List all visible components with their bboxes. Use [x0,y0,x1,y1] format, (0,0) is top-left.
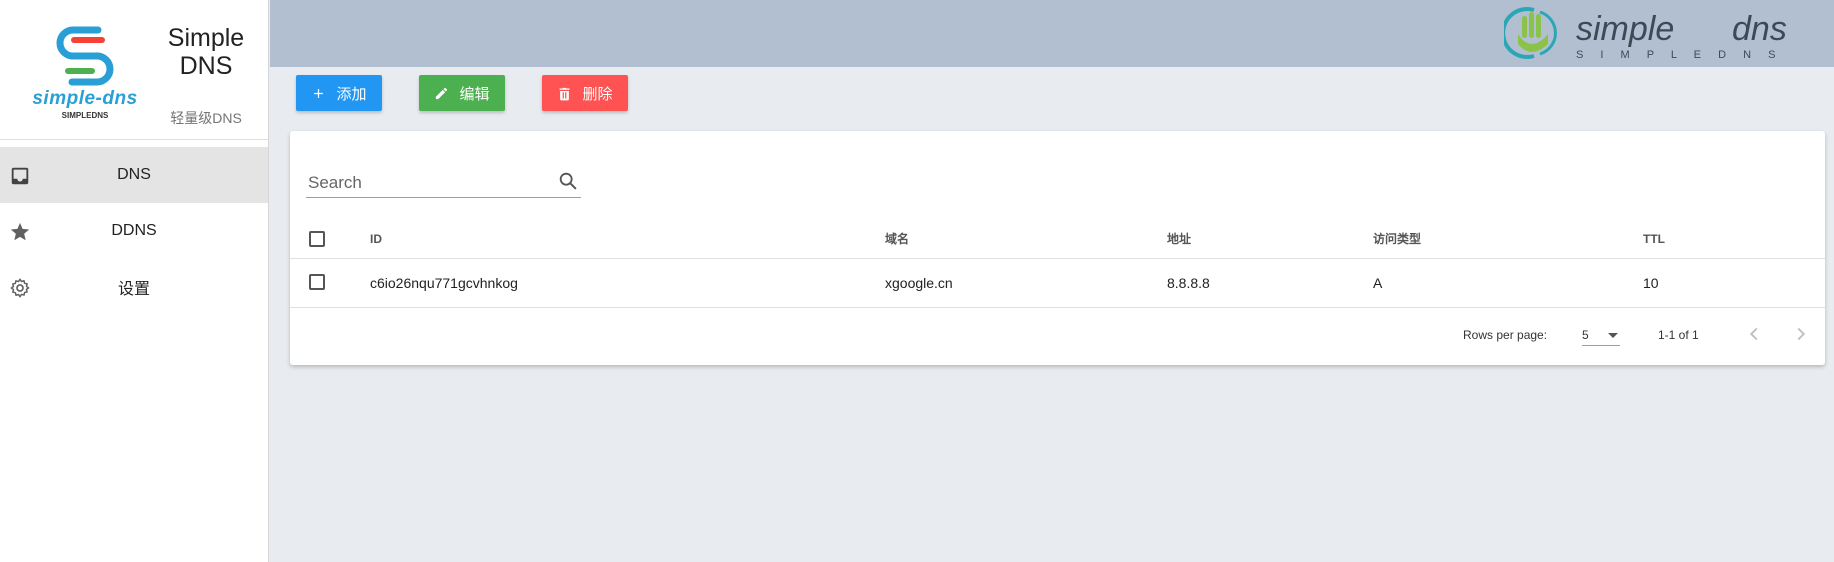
brand-header: simple-dns SIMPLEDNS Simple DNS 轻量级DNS [0,0,268,140]
chevron-right-icon[interactable] [1790,323,1812,345]
column-header-type[interactable]: 访问类型 [1373,219,1421,258]
column-header-id[interactable]: ID [370,219,382,258]
logo-subtext: SIMPLEDNS [61,111,109,120]
table-row[interactable]: c6io26nqu771gcvhnkog xgoogle.cn 8.8.8.8 … [290,259,1825,308]
chevron-left-icon[interactable] [1743,323,1765,345]
inbox-icon [11,167,29,185]
s-logo-icon [56,26,114,86]
dns-table-card: ID 域名 地址 访问类型 TTL c6io26nqu771gcvhnkog x… [290,131,1825,365]
cell-ttl: 10 [1643,275,1659,291]
sidebar-item-dns[interactable]: DNS [0,147,268,203]
brand-logo: simple dns S I M P L E D N S [1504,7,1787,61]
column-header-address[interactable]: 地址 [1167,219,1191,258]
edit-button-label: 编辑 [459,85,490,103]
svg-text:dns: dns [1732,10,1787,48]
search-field[interactable] [306,167,581,198]
table-footer: Rows per page: 5 1-1 of 1 [290,307,1825,365]
sidebar-item-label: 设置 [117,281,150,298]
plus-icon [314,88,324,98]
app-logo: simple-dns SIMPLEDNS [28,22,142,122]
delete-button[interactable]: 删除 [542,75,628,111]
sidebar-item-settings[interactable]: 设置 [0,259,268,315]
logo-text: simple-dns [32,88,138,109]
cell-domain: xgoogle.cn [885,275,953,291]
select-all-checkbox[interactable] [309,231,325,247]
search-input[interactable] [306,172,540,194]
sidebar-item-label: DNS [117,166,151,183]
rows-per-page-select[interactable]: 5 [1582,323,1620,346]
svg-text:S I M P L E D N S: S I M P L E D N S [1576,49,1782,61]
table-header: ID 域名 地址 访问类型 TTL [290,219,1825,259]
search-icon[interactable] [557,170,579,192]
app-subtitle: 轻量级DNS [170,110,242,126]
star-icon [10,222,30,241]
sidebar-nav: DNS DDNS 设置 [0,147,268,315]
column-header-domain[interactable]: 域名 [885,219,909,258]
rows-per-page-value: 5 [1582,328,1589,342]
top-app-bar: simple dns S I M P L E D N S [270,0,1834,67]
pencil-icon [436,87,448,99]
cell-type: A [1373,275,1383,291]
cell-id: c6io26nqu771gcvhnkog [370,275,518,291]
row-checkbox[interactable] [309,274,325,290]
sidebar: simple-dns SIMPLEDNS Simple DNS 轻量级DNS D… [0,0,269,562]
cell-address: 8.8.8.8 [1167,275,1210,291]
rows-per-page-label: Rows per page: [1463,328,1548,342]
caret-down-icon [1608,333,1618,338]
app-title: Simple DNS [167,24,245,80]
svg-text:simple: simple [1576,10,1674,48]
sidebar-item-label: DDNS [111,222,157,239]
pagination-range: 1-1 of 1 [1658,328,1699,342]
gear-icon [10,278,30,298]
column-header-ttl[interactable]: TTL [1643,219,1665,258]
edit-button[interactable]: 编辑 [419,75,505,111]
trash-icon [559,87,570,100]
add-button[interactable]: 添加 [296,75,382,111]
add-button-label: 添加 [336,85,367,103]
delete-button-label: 删除 [582,85,613,103]
sidebar-item-ddns[interactable]: DDNS [0,203,268,259]
